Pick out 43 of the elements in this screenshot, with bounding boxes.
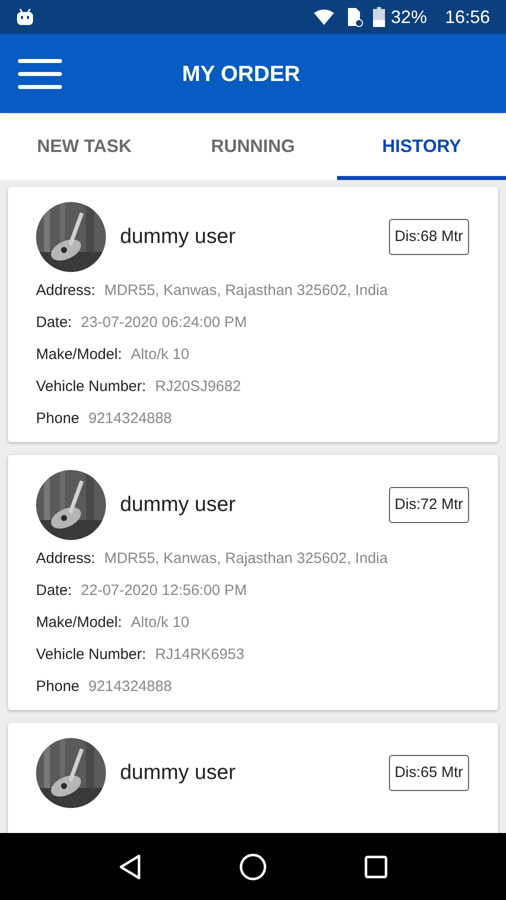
field-label: Address: bbox=[36, 548, 96, 569]
field-label: Date: bbox=[36, 312, 72, 333]
distance-label: Dis:68 Mtr bbox=[388, 218, 469, 256]
battery-icon bbox=[372, 7, 385, 27]
tab[interactable]: HISTORY bbox=[337, 113, 506, 180]
field-label: Date: bbox=[36, 580, 72, 601]
distance-label: Dis:72 Mtr bbox=[388, 486, 469, 524]
field-label: Phone bbox=[36, 408, 80, 429]
user-name: dummy user bbox=[120, 224, 236, 250]
field-label: Vehicle Number: bbox=[36, 376, 146, 397]
field-value: 9214324888 bbox=[88, 408, 172, 429]
distance-label: Dis:65 Mtr bbox=[388, 754, 469, 792]
field-value: 9214324888 bbox=[88, 676, 172, 697]
android-icon bbox=[16, 8, 34, 26]
back-icon[interactable] bbox=[118, 854, 142, 880]
screen-title: MY ORDER bbox=[182, 60, 300, 88]
home-icon[interactable] bbox=[238, 852, 267, 880]
field-label: Vehicle Number: bbox=[36, 644, 146, 665]
field-value: 23-07-2020 06:24:00 PM bbox=[80, 312, 247, 333]
field-value: Alto/k 10 bbox=[130, 344, 190, 365]
field-value: 22-07-2020 12:56:00 PM bbox=[80, 580, 247, 601]
sim-icon bbox=[346, 7, 363, 27]
user-name: dummy user bbox=[120, 760, 236, 786]
field-value: Alto/k 10 bbox=[130, 612, 190, 633]
tab[interactable]: NEW TASK bbox=[0, 113, 169, 180]
battery-percentage: 32% bbox=[390, 6, 427, 28]
order-card[interactable]: dummy user Dis:68 Mtr Address: MDR55, Kanwas, Rajasthan 325602, India Date: 23-07-2020 06:24:00 PM Make/Model: Alto/k 10 Vehicle Number: RJ20SJ9682 Phone 9214324888 bbox=[8, 187, 498, 442]
field-label: Phone bbox=[36, 676, 80, 697]
recents-icon[interactable] bbox=[364, 854, 388, 878]
user-name: dummy user bbox=[120, 492, 236, 518]
field-value: RJ20SJ9682 bbox=[155, 376, 241, 397]
field-label: Make/Model: bbox=[36, 344, 122, 365]
tab[interactable]: RUNNING bbox=[168, 113, 338, 180]
field-value: MDR55, Kanwas, Rajasthan 325602, India bbox=[104, 548, 388, 569]
clock-time: 16:56 bbox=[444, 6, 490, 28]
wifi-icon bbox=[312, 9, 335, 25]
field-value: RJ14RK6953 bbox=[155, 644, 244, 665]
field-value: MDR55, Kanwas, Rajasthan 325602, India bbox=[104, 280, 388, 301]
order-card[interactable]: dummy user Dis:72 Mtr Address: MDR55, Kanwas, Rajasthan 325602, India Date: 22-07-2020 12:56:00 PM Make/Model: Alto/k 10 Vehicle Number: RJ14RK6953 Phone 9214324888 bbox=[8, 455, 498, 710]
menu-icon[interactable] bbox=[18, 58, 62, 88]
order-card[interactable]: dummy user Dis:65 Mtr bbox=[8, 723, 498, 833]
field-label: Address: bbox=[36, 280, 96, 301]
field-label: Make/Model: bbox=[36, 612, 122, 633]
